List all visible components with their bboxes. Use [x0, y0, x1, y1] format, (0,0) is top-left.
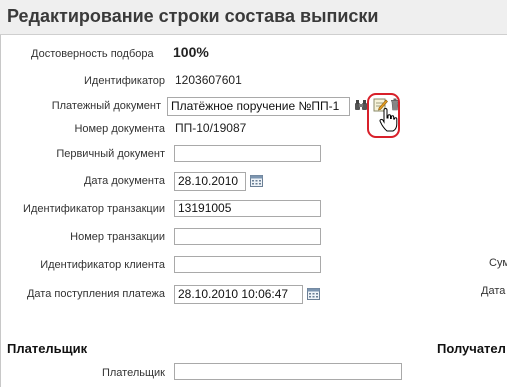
- transaction-number-label: Номер транзакции: [70, 231, 165, 243]
- form-panel: Достоверность подбора 100% Идентификатор…: [0, 35, 507, 387]
- recipient-section-title: Получател: [437, 341, 506, 356]
- payment-document-label: Платежный документ: [51, 100, 161, 112]
- payment-document-field[interactable]: Платёжное поручение №ПП-1: [167, 97, 350, 116]
- reliability-value: 100%: [173, 44, 209, 60]
- transaction-number-field[interactable]: [174, 228, 321, 245]
- payer-field[interactable]: [174, 363, 402, 380]
- calendar-icon[interactable]: [250, 174, 263, 187]
- payer-section-title: Плательщик: [7, 341, 88, 356]
- identifier-label: Идентификатор: [84, 75, 165, 87]
- primary-document-label: Первичный документ: [56, 148, 165, 160]
- document-number-label: Номер документа: [74, 123, 165, 135]
- transaction-id-field[interactable]: 13191005: [174, 200, 321, 217]
- primary-document-field[interactable]: [174, 145, 321, 162]
- document-date-label: Дата документа: [83, 175, 165, 187]
- client-id-field[interactable]: [174, 256, 321, 273]
- client-id-label: Идентификатор клиента: [40, 259, 165, 271]
- payer-label: Плательщик: [101, 367, 165, 379]
- identifier-value: 1203607601: [175, 73, 242, 87]
- sum-label-partial: Сум: [489, 257, 507, 269]
- hand-pointer-icon: [379, 108, 398, 132]
- page-title: Редактирование строки состава выписки: [7, 6, 379, 26]
- calendar-icon[interactable]: [307, 287, 320, 300]
- payment-receipt-date-field[interactable]: 28.10.2010 10:06:47: [174, 285, 303, 304]
- payment-receipt-date-label: Дата поступления платежа: [26, 288, 165, 300]
- title-bar: Редактирование строки состава выписки: [0, 0, 507, 35]
- document-number-value: ПП-10/19087: [175, 121, 247, 135]
- reliability-label: Достоверность подбора: [31, 48, 154, 60]
- date-label-partial: Дата: [481, 285, 506, 297]
- document-date-field[interactable]: 28.10.2010: [174, 172, 246, 191]
- transaction-id-label: Идентификатор транзакции: [23, 203, 165, 215]
- binoculars-icon[interactable]: [354, 99, 368, 111]
